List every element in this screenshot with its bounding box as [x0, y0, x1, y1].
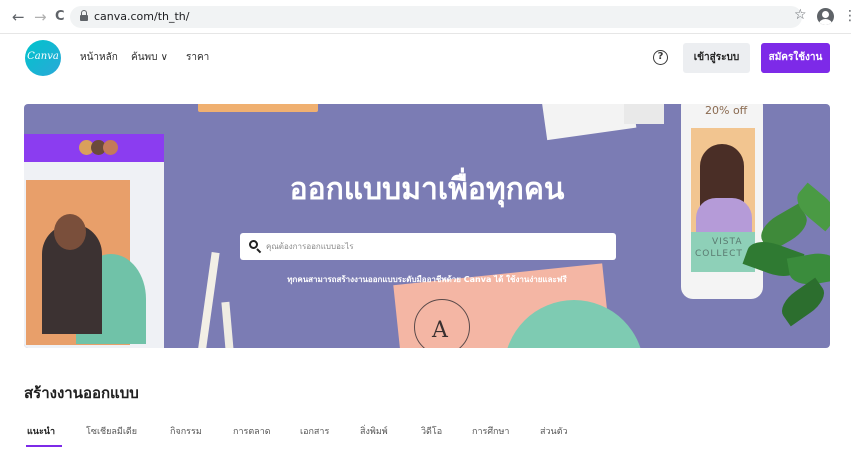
- decor-eraser: [541, 104, 637, 141]
- forward-arrow-icon[interactable]: →: [34, 8, 47, 26]
- active-tab-underline: [26, 445, 62, 447]
- tab-social-media[interactable]: โซเชียลมีเดีย: [86, 426, 137, 439]
- back-arrow-icon[interactable]: ←: [12, 8, 25, 26]
- decor-pencil: [221, 301, 235, 348]
- card-text: COLLECT: [695, 249, 743, 259]
- nav-home[interactable]: หน้าหลัก: [80, 51, 118, 65]
- tab-print[interactable]: สิ่งพิมพ์: [360, 426, 388, 439]
- decor-pencil: [196, 251, 220, 348]
- tab-video[interactable]: วิดีโอ: [421, 426, 442, 439]
- logo-text: Canva: [27, 51, 59, 62]
- search-icon: [249, 240, 262, 254]
- help-icon[interactable]: ?: [653, 50, 668, 65]
- nav-discover-dropdown[interactable]: ค้นพบ ∨: [131, 51, 168, 65]
- decor-paper-top: [198, 104, 318, 112]
- signup-button[interactable]: สมัครใช้งาน: [761, 43, 830, 73]
- tab-documents[interactable]: เอกสาร: [300, 426, 329, 439]
- tab-marketing[interactable]: การตลาด: [233, 426, 271, 439]
- address-bar[interactable]: canva.com/th_th/: [70, 6, 802, 28]
- tab-events[interactable]: กิจกรรม: [170, 426, 202, 439]
- site-header: Canva หน้าหลัก ค้นพบ ∨ ราคา ? เข้าสู่ระบ…: [0, 35, 851, 85]
- profile-avatar-icon[interactable]: [817, 8, 834, 25]
- tab-personal[interactable]: ส่วนตัว: [540, 426, 568, 439]
- section-title: สร้างงานออกแบบ: [24, 384, 139, 402]
- nav-pricing[interactable]: ราคา: [186, 51, 209, 65]
- decor-letter: A: [432, 318, 448, 343]
- bookmark-star-icon[interactable]: ☆: [794, 7, 807, 23]
- hero-banner: A 20% off VISTA COLLECT ออกแบบมาเพื่อทุก…: [24, 104, 830, 348]
- lock-icon: [80, 10, 88, 21]
- tab-education[interactable]: การศึกษา: [472, 426, 510, 439]
- login-button[interactable]: เข้าสู่ระบบ: [683, 43, 750, 73]
- decor-block: [624, 104, 664, 124]
- hero-title: ออกแบบมาเพื่อทุกคน: [289, 172, 565, 207]
- promo-text: 20% off: [705, 104, 748, 117]
- canva-logo[interactable]: Canva: [25, 40, 61, 76]
- decor-person-head: [54, 214, 86, 250]
- browser-toolbar: ← → C canva.com/th_th/ ☆ ⋮: [0, 0, 851, 34]
- reload-icon[interactable]: C: [55, 8, 65, 26]
- hero-subtitle: ทุกคนสามารถสร้างงานออกแบบระดับมืออาชีพด้…: [287, 275, 567, 284]
- avatar: [103, 140, 118, 155]
- url-text: canva.com/th_th/: [94, 10, 190, 23]
- design-search-box[interactable]: [240, 233, 616, 260]
- card-text: VISTA: [712, 237, 743, 247]
- browser-menu-icon[interactable]: ⋮: [843, 8, 851, 24]
- search-input[interactable]: [266, 237, 606, 256]
- tab-recommended[interactable]: แนะนำ: [27, 426, 55, 439]
